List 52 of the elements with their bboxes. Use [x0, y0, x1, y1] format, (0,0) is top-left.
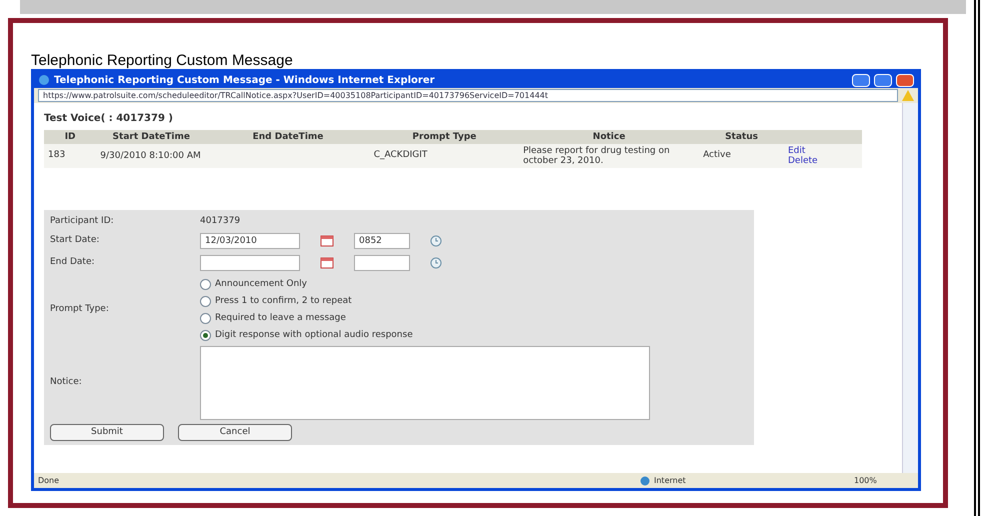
- field-label: End Date:: [50, 256, 96, 270]
- time-field[interactable]: [354, 255, 410, 271]
- time-field[interactable]: 0852: [354, 233, 410, 249]
- clock-icon[interactable]: [430, 235, 442, 247]
- radio-label: Digit response with optional audio response: [215, 328, 413, 342]
- table-cell: Please report for drug testing on october 23, 2010.: [519, 144, 700, 168]
- maximize-button[interactable]: [874, 74, 892, 86]
- radio-button[interactable]: [200, 279, 211, 290]
- field-label: Prompt Type:: [50, 303, 110, 316]
- field-label: Notice:: [50, 376, 83, 390]
- clock-icon[interactable]: [430, 257, 442, 269]
- status-text: Done: [38, 474, 60, 486]
- browser-logo-icon: [38, 74, 50, 86]
- radio-button[interactable]: [200, 330, 211, 341]
- notice-field[interactable]: [200, 346, 650, 420]
- column-header: Status: [699, 130, 784, 144]
- field-label: Start Date:: [50, 234, 100, 248]
- column-header: Prompt Type: [370, 130, 520, 144]
- table-cell: 183: [44, 144, 96, 168]
- globe-icon: [640, 476, 650, 486]
- window-title: Telephonic Reporting Custom Message - Windows Internet Explorer: [54, 74, 436, 88]
- close-button[interactable]: [896, 74, 914, 86]
- radio-button[interactable]: [200, 296, 211, 307]
- zone-text: Internet: [654, 474, 687, 486]
- table-cell: Active: [699, 144, 784, 168]
- address-field[interactable]: https://www.patrolsuite.com/scheduleeditor/TRCallNotice.aspx?UserID=40035108ParticipantID=40173796ServiceID=701444t: [38, 89, 898, 102]
- date-field[interactable]: [200, 255, 300, 271]
- calendar-icon[interactable]: [320, 257, 334, 269]
- table-cell: C_ACKDIGIT: [370, 144, 520, 168]
- radio-label: Announcement Only: [215, 278, 307, 291]
- participant-id: 4017379: [200, 215, 240, 228]
- form-button[interactable]: Submit: [50, 424, 164, 441]
- warning-icon: [902, 90, 914, 101]
- section-heading: Test Voice( : 4017379 ): [44, 112, 174, 126]
- minimize-button[interactable]: [852, 74, 870, 86]
- column-header: Start DateTime: [96, 130, 206, 144]
- table-cell: 9/30/2010 8:10:00 AM: [96, 144, 206, 168]
- scrollbar[interactable]: [902, 103, 918, 473]
- page-title: Telephonic Reporting Custom Message: [31, 53, 294, 69]
- radio-label: Press 1 to confirm, 2 to repeat: [215, 294, 352, 308]
- zoom-level[interactable]: 100%: [854, 474, 914, 486]
- radio-button[interactable]: [200, 313, 211, 324]
- form-button[interactable]: Cancel: [178, 424, 292, 441]
- action-link[interactable]: Delete: [788, 156, 818, 166]
- column-header: End DateTime: [206, 130, 370, 144]
- action-link[interactable]: Edit: [788, 146, 806, 156]
- field-label: Participant ID:: [50, 215, 115, 228]
- column-header: Notice: [519, 130, 700, 144]
- column-header: ID: [44, 130, 96, 144]
- calendar-icon[interactable]: [320, 235, 334, 247]
- radio-label: Required to leave a message: [215, 312, 346, 325]
- date-field[interactable]: 12/03/2010: [200, 233, 300, 249]
